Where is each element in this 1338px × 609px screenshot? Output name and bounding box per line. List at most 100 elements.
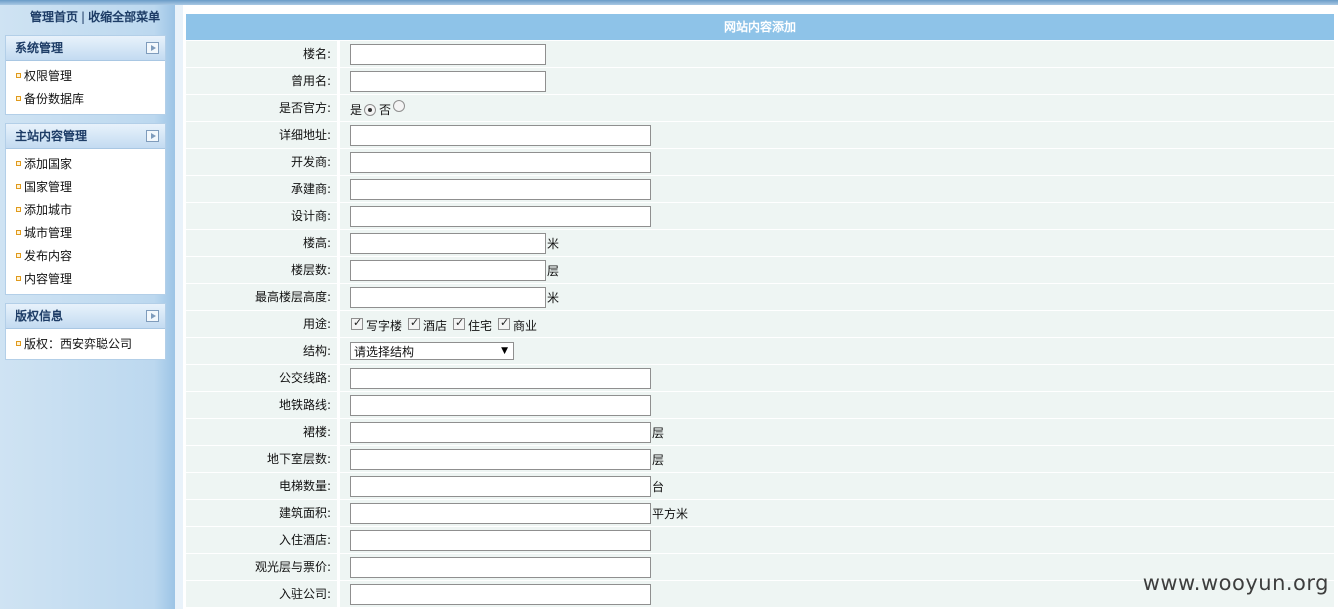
panel-system-management: 系统管理 权限管理 备份数据库: [5, 35, 166, 115]
top-links-separator: |: [81, 10, 86, 24]
form-row-official: 是否官方: 是 否: [186, 95, 1334, 122]
form-row-metro: 地铁路线:: [186, 392, 1334, 419]
field-label: 公交线路:: [186, 365, 337, 391]
observation-deck-input[interactable]: [350, 556, 651, 578]
dropdown-arrow-icon: ▼: [501, 346, 508, 356]
usage-office-checkbox[interactable]: [351, 316, 363, 330]
form-row-elevators: 电梯数量: 台: [186, 473, 1334, 500]
panel-main-content: 主站内容管理 添加国家 国家管理 添加城市 城市管理 发布内容 内容管理: [5, 123, 166, 295]
floors-input[interactable]: [350, 259, 546, 281]
elevator-count-input[interactable]: [350, 475, 651, 497]
unit-label: 米: [547, 290, 560, 305]
sidebar-item-label: 权限管理: [24, 69, 73, 83]
form-row-basement: 地下室层数: 层: [186, 446, 1334, 473]
radio-label-no: 否: [379, 103, 392, 117]
tenant-companies-input[interactable]: [350, 583, 651, 605]
admin-home-link[interactable]: 管理首页: [30, 10, 78, 24]
field-label: 最高楼层高度:: [186, 284, 337, 310]
field-label: 入驻公司:: [186, 581, 337, 607]
field-label: 曾用名:: [186, 68, 337, 94]
usage-residential-checkbox[interactable]: [453, 316, 466, 330]
field-label: 开发商:: [186, 149, 337, 175]
contractor-input[interactable]: [350, 178, 651, 200]
unit-label: 层: [547, 263, 560, 278]
form-row-floors: 楼层数: 层: [186, 257, 1334, 284]
field-label: 楼名:: [186, 41, 337, 67]
select-value: 请选择结构: [354, 344, 415, 359]
floor-area-input[interactable]: [350, 502, 651, 524]
unit-label: 台: [652, 479, 665, 494]
usage-commercial-checkbox[interactable]: [498, 316, 511, 330]
top-floor-height-input[interactable]: [350, 286, 546, 308]
sidebar-item-label: 城市管理: [24, 226, 73, 240]
field-label: 楼层数:: [186, 257, 337, 283]
panel-copyright: 版权信息 版权：西安弈聪公司: [5, 303, 166, 360]
designer-input[interactable]: [350, 205, 651, 227]
former-name-input[interactable]: [350, 70, 546, 92]
panel-header-content[interactable]: 主站内容管理: [6, 124, 165, 149]
structure-select[interactable]: 请选择结构 ▼: [350, 342, 514, 360]
bullet-icon: [16, 276, 21, 281]
sidebar-item-content-management[interactable]: 内容管理: [6, 267, 165, 290]
field-label: 观光层与票价:: [186, 554, 337, 580]
form-row-bus: 公交线路:: [186, 365, 1334, 392]
bullet-icon: [16, 161, 21, 166]
bullet-icon: [16, 341, 21, 346]
top-strip: [0, 0, 1338, 5]
unit-label: 层: [652, 452, 665, 467]
collapse-toggle-icon[interactable]: [146, 130, 159, 142]
collapse-toggle-icon[interactable]: [146, 42, 159, 54]
sidebar-item-country-management[interactable]: 国家管理: [6, 175, 165, 198]
panel-header-system[interactable]: 系统管理: [6, 36, 165, 61]
field-label: 详细地址:: [186, 122, 337, 148]
official-no-radio[interactable]: [393, 99, 406, 112]
hotel-input[interactable]: [350, 529, 651, 551]
developer-input[interactable]: [350, 151, 651, 173]
usage-hotel-checkbox[interactable]: [408, 316, 421, 330]
watermark: www.wooyun.org: [1142, 571, 1329, 595]
sidebar-item-permissions[interactable]: 权限管理: [6, 64, 165, 87]
form-row-hotel: 入住酒店:: [186, 527, 1334, 554]
field-label: 裙楼:: [186, 419, 337, 445]
sidebar-item-add-city[interactable]: 添加城市: [6, 198, 165, 221]
sidebar-item-label: 版权：西安弈聪公司: [24, 337, 133, 351]
form-title: 网站内容添加: [186, 14, 1334, 41]
sidebar-item-copyright: 版权：西安弈聪公司: [6, 332, 165, 355]
panel-title: 版权信息: [15, 309, 64, 323]
metro-routes-input[interactable]: [350, 394, 651, 416]
field-label: 设计商:: [186, 203, 337, 229]
official-yes-radio[interactable]: [364, 103, 377, 116]
form-row-former-name: 曾用名:: [186, 68, 1334, 95]
field-label: 用途:: [186, 311, 337, 337]
checkbox-label: 酒店: [423, 319, 448, 333]
sidebar-item-city-management[interactable]: 城市管理: [6, 221, 165, 244]
form-row-usage: 用途: 写字楼 酒店 住宅 商业: [186, 311, 1334, 338]
field-label: 地下室层数:: [186, 446, 337, 472]
address-input[interactable]: [350, 124, 651, 146]
form-row-top-floor-height: 最高楼层高度: 米: [186, 284, 1334, 311]
field-label: 结构:: [186, 338, 337, 364]
field-label: 承建商:: [186, 176, 337, 202]
checkbox-label: 住宅: [468, 319, 493, 333]
panel-header-copyright[interactable]: 版权信息: [6, 304, 165, 329]
podium-input[interactable]: [350, 421, 651, 443]
sidebar-item-label: 添加城市: [24, 203, 73, 217]
building-name-input[interactable]: [350, 43, 546, 65]
basement-floors-input[interactable]: [350, 448, 651, 470]
unit-label: 层: [652, 425, 665, 440]
form-row-podium: 裙楼: 层: [186, 419, 1334, 446]
sidebar-item-publish-content[interactable]: 发布内容: [6, 244, 165, 267]
collapse-toggle-icon[interactable]: [146, 310, 159, 322]
field-label: 电梯数量:: [186, 473, 337, 499]
sidebar-item-add-country[interactable]: 添加国家: [6, 152, 165, 175]
bus-routes-input[interactable]: [350, 367, 651, 389]
collapse-all-menu-link[interactable]: 收缩全部菜单: [88, 10, 160, 24]
sidebar-item-label: 发布内容: [24, 249, 73, 263]
field-label: 建筑面积:: [186, 500, 337, 526]
bullet-icon: [16, 184, 21, 189]
form-row-structure: 结构: 请选择结构 ▼: [186, 338, 1334, 365]
sidebar-item-backup-db[interactable]: 备份数据库: [6, 87, 165, 110]
form-row-address: 详细地址:: [186, 122, 1334, 149]
height-input[interactable]: [350, 232, 546, 254]
content-form: 网站内容添加 楼名: 曾用名: 是否官方: 是 否 详细地址: 开发商: 承建商:…: [186, 14, 1334, 609]
